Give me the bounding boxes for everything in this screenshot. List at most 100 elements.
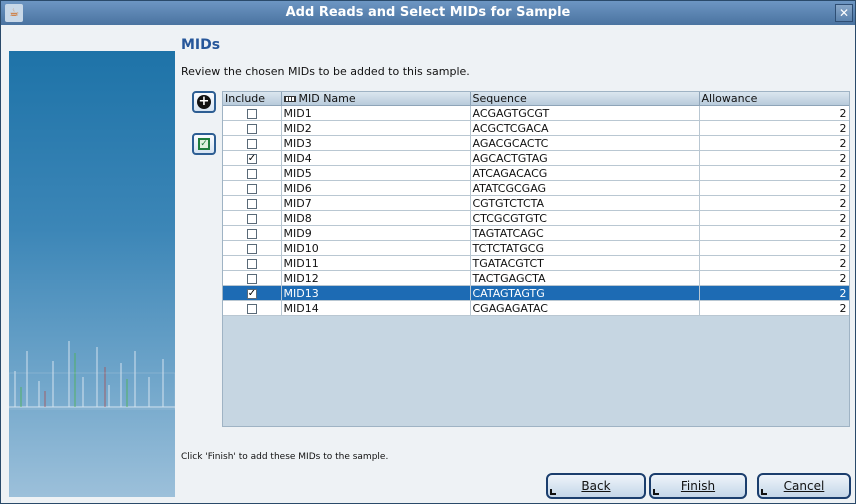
barcode-icon	[283, 96, 296, 102]
section-subtitle: Review the chosen MIDs to be added to th…	[181, 65, 470, 78]
table-row[interactable]: MID8 CTCGCGTGTC 2	[223, 210, 849, 226]
table-row[interactable]: MID1 ACGAGTGCGT 2	[223, 105, 849, 121]
table-header: Include MID Name Sequence Allowance	[223, 92, 849, 106]
footer-instruction: Click 'Finish' to add these MIDs to the …	[181, 452, 389, 462]
include-checkbox[interactable]	[246, 258, 257, 269]
mid-name-cell: MID1	[281, 105, 471, 121]
select-all-icon: ✓	[198, 138, 210, 150]
table-row[interactable]: MID12 TACTGAGCTA 2	[223, 270, 849, 286]
sequence-cell: ATCAGACACG	[470, 165, 700, 181]
table-row[interactable]: MID14 CGAGAGATAC 2	[223, 300, 849, 316]
table-body: MID1 ACGAGTGCGT 2 MID2 ACGCTCGACA 2 MID3 AGACGC…	[223, 105, 849, 316]
include-cell: ✓	[223, 150, 282, 166]
sequence-cell: CGTGTCTCTA	[470, 195, 700, 211]
cancel-button[interactable]: Cancel	[757, 473, 851, 499]
allowance-cell[interactable]: 2	[699, 300, 849, 316]
allowance-cell[interactable]: 2	[699, 240, 849, 256]
dialog-window: ☕ Add Reads and Select MIDs for Sample ✕	[0, 0, 856, 504]
sequence-cell: TAGTATCAGC	[470, 225, 700, 241]
title-bar[interactable]: ☕ Add Reads and Select MIDs for Sample ✕	[1, 1, 855, 25]
allowance-cell[interactable]: 2	[699, 120, 849, 136]
allowance-cell[interactable]: 2	[699, 165, 849, 181]
include-cell	[223, 240, 282, 256]
include-cell	[223, 180, 282, 196]
include-cell	[223, 210, 282, 226]
include-checkbox[interactable]	[246, 168, 257, 179]
mid-name-cell: MID4	[281, 150, 471, 166]
button-corner-icon	[653, 489, 659, 495]
include-checkbox[interactable]	[246, 198, 257, 209]
allowance-cell[interactable]: 2	[699, 150, 849, 166]
table-row[interactable]: MID7 CGTGTCTCTA 2	[223, 195, 849, 211]
include-cell	[223, 270, 282, 286]
mid-name-cell: MID10	[281, 240, 471, 256]
table-row[interactable]: MID5 ATCAGACACG 2	[223, 165, 849, 181]
table-row[interactable]: MID2 ACGCTCGACA 2	[223, 120, 849, 136]
sequence-cell: CTCGCGTGTC	[470, 210, 700, 226]
sequence-cell: TCTCTATGCG	[470, 240, 700, 256]
table-row[interactable]: MID6 ATATCGCGAG 2	[223, 180, 849, 196]
cancel-button-label: Cancel	[783, 479, 825, 493]
back-button[interactable]: Back	[546, 473, 646, 499]
mid-name-cell: MID8	[281, 210, 471, 226]
table-row[interactable]: MID3 AGACGCACTC 2	[223, 135, 849, 151]
back-button-label: Back	[581, 479, 611, 493]
button-corner-icon	[761, 489, 767, 495]
allowance-cell[interactable]: 2	[699, 270, 849, 286]
sequence-cell: ACGCTCGACA	[470, 120, 700, 136]
allowance-cell[interactable]: 2	[699, 285, 849, 301]
allowance-cell[interactable]: 2	[699, 225, 849, 241]
table-row[interactable]: MID11 TGATACGTCT 2	[223, 255, 849, 271]
mid-name-cell: MID12	[281, 270, 471, 286]
select-all-button[interactable]: ✓	[192, 133, 216, 155]
include-checkbox[interactable]	[246, 243, 257, 254]
column-header-mid-name[interactable]: MID Name	[281, 92, 471, 106]
mid-name-cell: MID7	[281, 195, 471, 211]
include-checkbox[interactable]	[246, 273, 257, 284]
include-checkbox[interactable]	[246, 228, 257, 239]
table-row[interactable]: ✓ MID4 AGCACTGTAG 2	[223, 150, 849, 166]
allowance-cell[interactable]: 2	[699, 195, 849, 211]
sequence-cell: AGCACTGTAG	[470, 150, 700, 166]
column-header-sequence[interactable]: Sequence	[470, 92, 700, 106]
table-row[interactable]: ✓ MID13 CATAGTAGTG 2	[223, 285, 849, 301]
mid-name-cell: MID5	[281, 165, 471, 181]
sequence-cell: CATAGTAGTG	[470, 285, 700, 301]
include-cell	[223, 120, 282, 136]
include-cell	[223, 135, 282, 151]
table-row[interactable]: MID10 TCTCTATGCG 2	[223, 240, 849, 256]
include-checkbox[interactable]	[246, 303, 257, 314]
allowance-cell[interactable]: 2	[699, 105, 849, 121]
allowance-cell[interactable]: 2	[699, 255, 849, 271]
column-header-include[interactable]: Include	[223, 92, 282, 106]
allowance-cell[interactable]: 2	[699, 180, 849, 196]
sequence-cell: AGACGCACTC	[470, 135, 700, 151]
finish-button[interactable]: Finish	[649, 473, 747, 499]
allowance-cell[interactable]: 2	[699, 135, 849, 151]
include-cell	[223, 105, 282, 121]
include-cell: ✓	[223, 285, 282, 301]
finish-button-label: Finish	[680, 479, 716, 493]
sequence-cell: ACGAGTGCGT	[470, 105, 700, 121]
mid-name-cell: MID6	[281, 180, 471, 196]
allowance-cell[interactable]: 2	[699, 210, 849, 226]
table-row[interactable]: MID9 TAGTATCAGC 2	[223, 225, 849, 241]
include-cell	[223, 300, 282, 316]
include-checkbox[interactable]: ✓	[246, 153, 257, 164]
include-checkbox[interactable]	[246, 108, 257, 119]
include-cell	[223, 225, 282, 241]
section-heading: MIDs	[181, 37, 221, 53]
close-icon[interactable]: ✕	[835, 4, 853, 22]
include-checkbox[interactable]	[246, 213, 257, 224]
mid-table: Include MID Name Sequence Allowance MID1…	[223, 92, 849, 316]
column-header-allowance[interactable]: Allowance	[699, 92, 849, 106]
include-cell	[223, 195, 282, 211]
mid-table-container[interactable]: Include MID Name Sequence Allowance MID1…	[222, 91, 850, 427]
include-checkbox[interactable]	[246, 123, 257, 134]
include-checkbox[interactable]	[246, 183, 257, 194]
column-header-mid-name-label: MID Name	[298, 92, 356, 105]
include-checkbox[interactable]	[246, 138, 257, 149]
add-mid-button[interactable]: +	[192, 91, 216, 113]
sequence-cell: TACTGAGCTA	[470, 270, 700, 286]
include-checkbox[interactable]: ✓	[246, 288, 257, 299]
